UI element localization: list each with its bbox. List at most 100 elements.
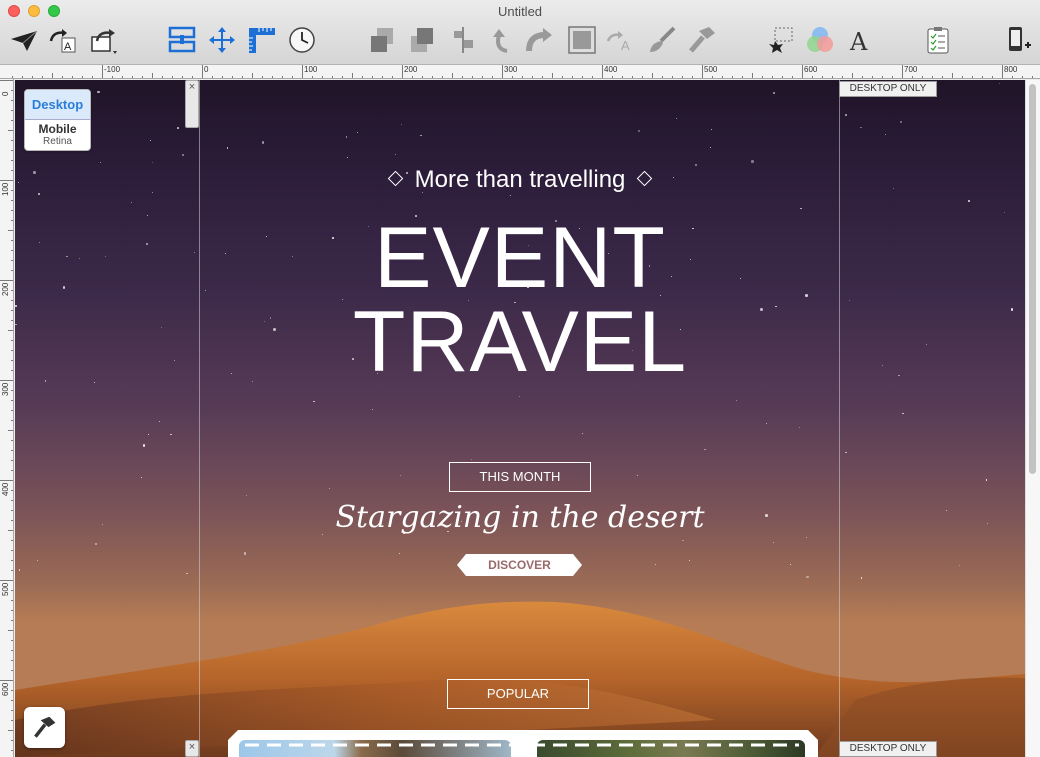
ruler-tick (122, 76, 123, 78)
ruler-tick (762, 76, 763, 78)
hero-title-line1: EVENT (374, 210, 666, 306)
ruler-tick (422, 76, 423, 78)
ruler-tick (11, 100, 13, 101)
ruler-tick (522, 76, 523, 78)
this-month-badge[interactable]: THIS MONTH (449, 462, 591, 492)
bring-front-button[interactable] (406, 24, 438, 56)
ruler-tick (11, 460, 13, 461)
layout-button[interactable] (166, 24, 198, 56)
section-handle-top[interactable]: × (185, 80, 199, 128)
scrollbar-thumb[interactable] (1029, 84, 1036, 474)
ruler-tick (922, 76, 923, 78)
ruler-label: 800 (1004, 65, 1018, 74)
ruler-tick (172, 76, 173, 78)
ruler-tick (8, 730, 13, 731)
share-arrow-icon (91, 29, 117, 54)
ruler-tick (11, 640, 13, 641)
send-back-button[interactable] (366, 24, 398, 56)
ruler-tick (42, 76, 43, 78)
ruler-tick (11, 440, 13, 441)
ruler-button[interactable] (246, 24, 278, 56)
ruler-tick (11, 120, 13, 121)
ruler-tick (282, 76, 283, 78)
redo-text-button[interactable]: A (46, 24, 78, 56)
hammer-tool-button[interactable] (686, 24, 718, 56)
device-desktop-tab[interactable]: Desktop (25, 90, 90, 120)
vertical-ruler[interactable]: 0 100 200 300 400 500 600 (0, 79, 14, 757)
text-redo-button[interactable]: A (604, 24, 636, 56)
ruler-tick (192, 76, 193, 78)
hero-title[interactable]: EVENT TRAVEL (200, 210, 840, 390)
ruler-tick (11, 240, 13, 241)
ruler-tick (11, 350, 13, 351)
hero-title-line2: TRAVEL (352, 294, 688, 390)
ruler-label: -100 (104, 65, 121, 74)
ruler-tick (512, 76, 513, 78)
ruler-label: 100 (304, 65, 318, 74)
ruler-tick (72, 76, 73, 78)
layout-rows-icon (168, 26, 196, 53)
ruler-tick (11, 620, 13, 621)
color-circles-icon (807, 27, 833, 52)
ruler-tick (11, 110, 13, 111)
ruler-tick (742, 76, 743, 78)
hero-subtitle[interactable]: More than travelling (200, 166, 840, 194)
share-button[interactable] (88, 24, 120, 56)
build-button[interactable] (24, 707, 65, 748)
text-redo-icon: A (606, 31, 630, 53)
move-button[interactable] (206, 24, 238, 56)
device-mobile-tab[interactable]: Mobile (25, 120, 90, 136)
ruler-tick (592, 76, 593, 78)
ruler-tick (11, 250, 13, 251)
ruler-tick (362, 76, 363, 78)
ruler-tick (812, 76, 813, 78)
magic-select-button[interactable] (764, 24, 796, 56)
popular-badge[interactable]: POPULAR (447, 679, 589, 709)
discover-button[interactable]: DISCOVER (457, 554, 582, 576)
ruler-tick (11, 170, 13, 171)
color-button[interactable] (804, 24, 836, 56)
desktop-only-badge-bottom: DESKTOP ONLY (839, 741, 937, 757)
checklist-button[interactable] (922, 24, 954, 56)
ruler-tick (882, 76, 883, 78)
ruler-tick (11, 610, 13, 611)
ruler-tick (0, 80, 13, 81)
timing-button[interactable] (286, 24, 318, 56)
ruler-tick (11, 210, 13, 211)
event-name[interactable]: Stargazing in the desert (200, 500, 840, 535)
close-section-icon[interactable]: × (186, 81, 198, 93)
ruler-label: 200 (1, 282, 10, 296)
font-button[interactable]: A (844, 24, 876, 56)
device-switcher[interactable]: Desktop Mobile Retina (24, 89, 91, 151)
rotate-button[interactable] (486, 24, 518, 56)
ruler-tick (11, 710, 13, 711)
ruler-tick (712, 76, 713, 78)
bring-front-icon (411, 28, 433, 52)
ruler-label: 400 (604, 65, 618, 74)
move-arrows-icon (209, 27, 235, 53)
device-add-button[interactable] (1002, 24, 1034, 56)
svg-text:A: A (621, 38, 630, 53)
ruler-tick (782, 76, 783, 78)
svg-text:A: A (849, 28, 868, 55)
toolbar: Untitled A A A (0, 0, 1040, 65)
font-icon: A (849, 28, 868, 55)
ruler-tick (11, 690, 13, 691)
ruler-tick (11, 390, 13, 391)
publish-button[interactable] (8, 24, 40, 56)
ruler-tick (11, 510, 13, 511)
ruler-tick (11, 670, 13, 671)
ruler-tick (11, 370, 13, 371)
section-handle-bottom[interactable]: × (185, 740, 199, 757)
ruler-tick (1012, 76, 1013, 78)
align-button[interactable] (448, 24, 480, 56)
redo-button[interactable] (524, 24, 556, 56)
group-button[interactable] (566, 24, 598, 56)
ruler-tick (11, 150, 13, 151)
close-section-bottom-icon[interactable]: × (186, 741, 198, 753)
ruler-tick (432, 76, 433, 78)
design-canvas[interactable]: More than travelling EVENT TRAVEL THIS M… (15, 80, 1025, 757)
horizontal-ruler[interactable]: -100 0 100 200 300 400 500 600 700 800 (0, 65, 1040, 79)
brush-icon (650, 26, 676, 52)
brush-button[interactable] (646, 24, 678, 56)
